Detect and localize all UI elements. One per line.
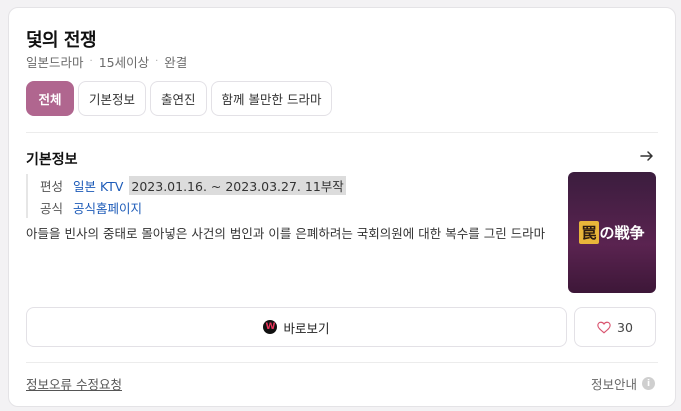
divider: [26, 362, 658, 363]
info-guide[interactable]: 정보안내 i: [591, 374, 655, 393]
heart-icon: [597, 321, 611, 333]
poster-image[interactable]: 罠 の戦争: [568, 172, 656, 293]
description: 아들을 빈사의 중태로 몰아넣은 사건의 범인과 이를 은폐하려는 국회의원에 …: [26, 226, 546, 241]
tab-basic-info[interactable]: 기본정보: [78, 81, 147, 116]
poster-title-rest: の戦争: [599, 224, 645, 242]
drama-info-card: 덫의 전쟁 일본드라마 · 15세이상 · 완결 전체 기본정보 출연진 함께 …: [8, 7, 676, 407]
info-label: 편성: [40, 178, 64, 194]
info-label: 공식: [40, 200, 64, 216]
info-guide-label: 정보안내: [590, 377, 637, 392]
watcha-logo-icon: W: [263, 320, 278, 334]
divider: [26, 132, 658, 133]
like-button[interactable]: 30: [574, 307, 656, 347]
meta-separator: ·: [89, 56, 93, 67]
info-icon: i: [642, 377, 655, 390]
report-error-link[interactable]: 정보오류 수정요청: [26, 374, 122, 393]
poster-title-art: 罠 の戦争: [579, 221, 645, 244]
tab-bar: 전체 기본정보 출연진 함께 볼만한 드라마: [26, 81, 333, 116]
meta-genre: 일본드라마: [26, 55, 84, 70]
meta-status: 완결: [164, 55, 188, 70]
tab-recommended[interactable]: 함께 볼만한 드라마: [210, 81, 333, 116]
info-row-official: 공식 공식홈페이지: [28, 196, 346, 218]
section-title: 기본정보: [26, 152, 78, 168]
poster-title-box: 罠: [579, 221, 599, 244]
arrow-right-icon[interactable]: [639, 148, 655, 164]
page-title: 덫의 전쟁: [26, 30, 97, 51]
like-count: 30: [617, 319, 633, 335]
info-list: 편성 일본 KTV 2023.01.16. ~ 2023.03.27. 11부작…: [26, 174, 346, 218]
tab-cast[interactable]: 출연진: [150, 81, 207, 116]
tab-all[interactable]: 전체: [26, 81, 74, 116]
meta-info: 일본드라마 · 15세이상 · 완결: [26, 52, 187, 71]
watcha-logo-letter: W: [265, 321, 276, 332]
watch-button[interactable]: W 바로보기: [26, 307, 567, 347]
official-homepage-link[interactable]: 공식홈페이지: [73, 198, 142, 217]
broadcast-period: 2023.01.16. ~ 2023.03.27. 11부작: [129, 175, 346, 195]
info-row-broadcast: 편성 일본 KTV 2023.01.16. ~ 2023.03.27. 11부작: [28, 174, 346, 196]
meta-separator: ·: [155, 56, 159, 67]
broadcaster-link[interactable]: 일본 KTV: [73, 176, 123, 195]
meta-rating: 15세이상: [98, 55, 150, 70]
watch-label: 바로보기: [283, 320, 330, 336]
